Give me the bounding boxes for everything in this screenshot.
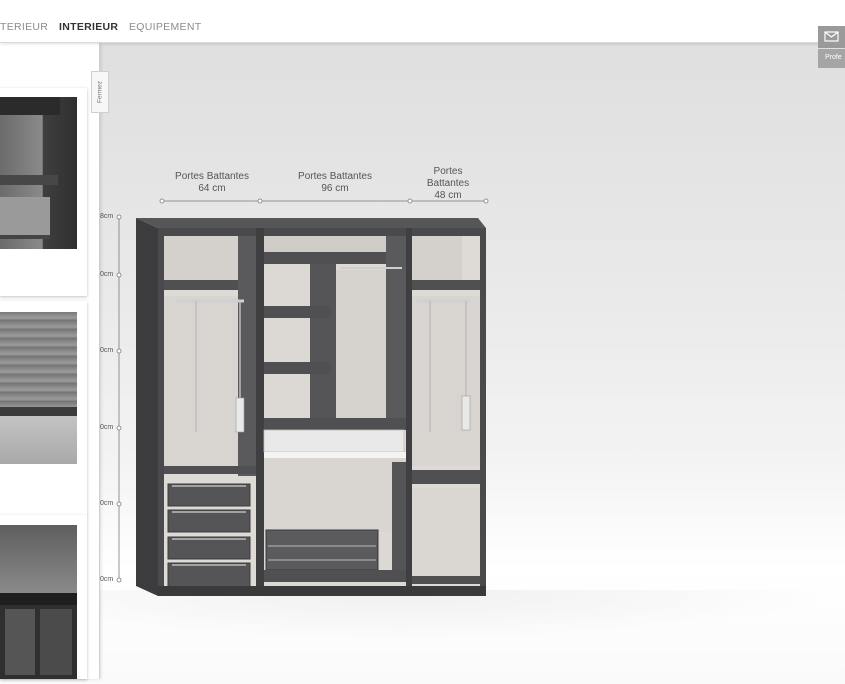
drawer-2 bbox=[167, 509, 251, 533]
close-panel-tab[interactable]: Fermez bbox=[91, 71, 109, 113]
options-panel bbox=[0, 43, 100, 679]
drawer-4 bbox=[167, 562, 251, 588]
thumbnail-bedding bbox=[0, 525, 77, 679]
tab-equipement[interactable]: EQUIPEMENT bbox=[129, 21, 201, 33]
wardrobe-top bbox=[136, 218, 486, 228]
contact-button[interactable] bbox=[818, 26, 845, 48]
top-nav: TERIEUR INTERIEUR EQUIPEMENT bbox=[0, 0, 845, 43]
tab-interieur[interactable]: INTERIEUR bbox=[59, 21, 118, 33]
drawer-1 bbox=[167, 483, 251, 507]
height-dimension-line bbox=[116, 214, 122, 583]
width-dimension-line bbox=[159, 198, 489, 204]
envelope-icon bbox=[824, 31, 839, 42]
option-card-1[interactable] bbox=[0, 88, 87, 296]
wardrobe-render[interactable] bbox=[0, 0, 845, 684]
pro-label: Profe bbox=[825, 54, 842, 61]
thumbnail-folded-textiles bbox=[0, 312, 77, 464]
option-card-2[interactable] bbox=[0, 301, 87, 516]
tab-exterieur[interactable]: TERIEUR bbox=[0, 21, 48, 33]
shoe-rack bbox=[265, 529, 379, 571]
drawer-3 bbox=[167, 536, 251, 560]
thumbnail-hanging-rail bbox=[0, 97, 77, 249]
glass-tray bbox=[263, 429, 405, 453]
wardrobe-left-side bbox=[136, 218, 158, 596]
pro-button[interactable]: Profe bbox=[818, 49, 845, 68]
wardrobe-plinth bbox=[158, 586, 486, 596]
close-panel-label: Fermez bbox=[96, 80, 104, 104]
option-card-3[interactable] bbox=[0, 515, 87, 679]
